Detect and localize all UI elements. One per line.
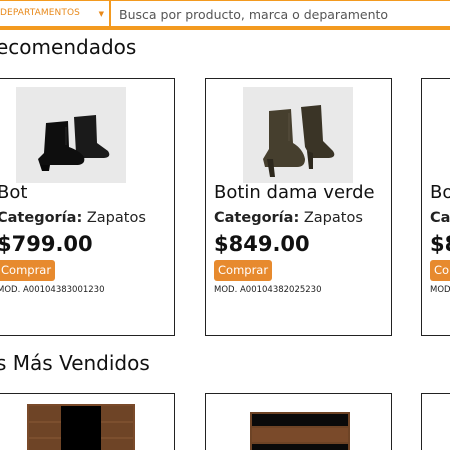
product-category: Categoría: Zapatos bbox=[214, 210, 363, 226]
search-placeholder: Busca por producto, marca o deparamento bbox=[119, 7, 389, 22]
product-price: $799.00 bbox=[0, 232, 93, 256]
buy-button[interactable]: Com bbox=[430, 260, 450, 281]
search-input[interactable]: Busca por producto, marca o deparamento bbox=[110, 0, 450, 27]
product-price: $8 bbox=[430, 232, 450, 256]
product-price: $849.00 bbox=[214, 232, 310, 256]
black-ankle-boot-image[interactable] bbox=[16, 87, 126, 183]
product-card[interactable]: Bot Categoría: Zapatos $799.00 Comprar M… bbox=[0, 78, 175, 336]
departments-dropdown[interactable]: DEPARTAMENTOS ▼ bbox=[0, 0, 110, 27]
buy-button[interactable]: Comprar bbox=[214, 260, 273, 281]
product-category: Categoría: Zapatos bbox=[0, 210, 146, 226]
product-model: MOD. A00104382025230 bbox=[214, 285, 322, 295]
best-sellers-section-title: s Más Vendidos bbox=[0, 351, 150, 375]
product-card[interactable]: Bo Cat $8 Com MOD bbox=[421, 78, 450, 336]
wood-shelf-image[interactable] bbox=[206, 394, 392, 450]
top-search-bar: DEPARTAMENTOS ▼ Busca por producto, marc… bbox=[0, 0, 450, 30]
product-card[interactable]: Botin dama verde Categoría: Zapatos $849… bbox=[205, 78, 392, 336]
green-ankle-boot-image[interactable] bbox=[243, 87, 353, 183]
buy-button[interactable]: Comprar bbox=[0, 260, 56, 281]
category-value: Zapatos bbox=[303, 210, 363, 226]
product-model: MOD bbox=[430, 285, 450, 295]
chevron-down-icon: ▼ bbox=[98, 10, 104, 18]
recommended-section-title: ecomendados bbox=[0, 35, 137, 59]
category-label: Categoría: bbox=[214, 210, 300, 226]
product-category: Cat bbox=[430, 210, 450, 226]
product-name[interactable]: Bo bbox=[430, 182, 450, 203]
category-label: Cat bbox=[430, 210, 450, 226]
product-card[interactable] bbox=[205, 393, 392, 450]
category-label: Categoría: bbox=[0, 210, 83, 226]
departments-label: DEPARTAMENTOS bbox=[0, 8, 80, 18]
product-model: MOD. A00104383001230 bbox=[0, 285, 105, 295]
wood-cabinet-image[interactable] bbox=[0, 394, 175, 450]
product-name[interactable]: Bot bbox=[0, 182, 27, 203]
product-name[interactable]: Botin dama verde bbox=[214, 182, 375, 203]
product-card[interactable] bbox=[421, 393, 450, 450]
product-card[interactable] bbox=[0, 393, 175, 450]
category-value: Zapatos bbox=[86, 210, 146, 226]
